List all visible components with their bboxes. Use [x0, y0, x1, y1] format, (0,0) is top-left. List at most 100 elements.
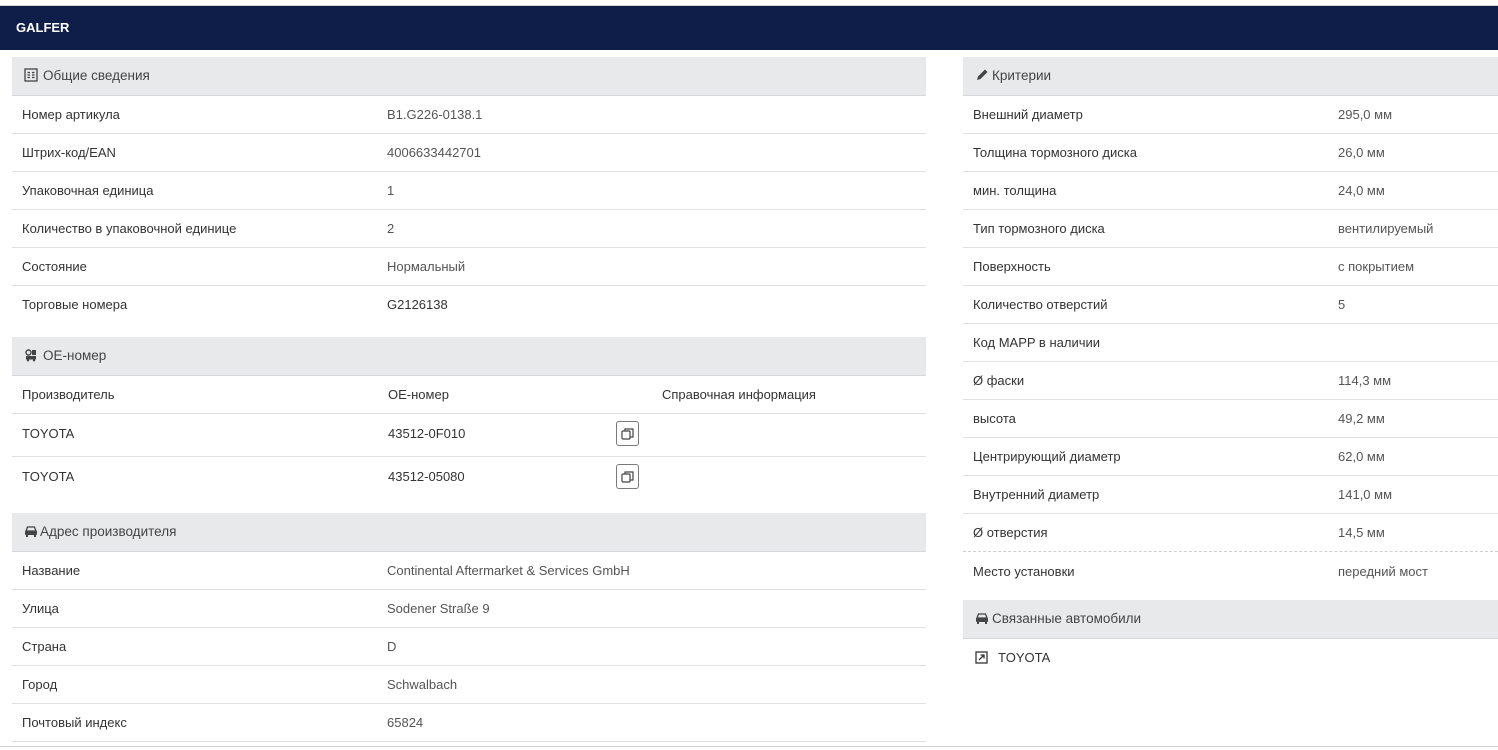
- row-value: Нормальный: [387, 259, 466, 274]
- row-value: B1.G226-0138.1: [387, 107, 483, 122]
- general-row-trade-numbers: Торговые номера G2126138: [12, 286, 926, 323]
- criteria-row: Ø отверстия 14,5 мм: [963, 514, 1498, 552]
- row-value: Continental Aftermarket & Services GmbH: [387, 563, 630, 578]
- criteria-row: Поверхность с покрытием: [963, 248, 1498, 286]
- oe-section-title: OE-номер: [43, 348, 107, 363]
- row-value: 141,0 мм: [1338, 487, 1393, 502]
- copy-button[interactable]: [616, 421, 639, 446]
- row-value: 5: [1338, 297, 1346, 312]
- row-label: Состояние: [22, 259, 87, 274]
- copy-icon: [621, 428, 634, 440]
- criteria-row: Центрирующий диаметр 62,0 мм: [963, 438, 1498, 476]
- car-icon: [976, 613, 988, 624]
- criteria-row: Толщина тормозного диска 26,0 мм: [963, 134, 1498, 172]
- row-label: Упаковочная единица: [22, 183, 154, 198]
- criteria-row: Количество отверстий 5: [963, 286, 1498, 324]
- row-value: передний мост: [1338, 564, 1428, 579]
- row-label: Поверхность: [973, 259, 1051, 274]
- car-icon: [25, 526, 37, 537]
- criteria-section-title: Критерии: [992, 68, 1052, 83]
- criteria-section-header: Критерии: [963, 57, 1498, 96]
- row-value: 2: [387, 221, 395, 236]
- row-label: Страна: [22, 639, 67, 654]
- general-row-article: Номер артикула B1.G226-0138.1: [12, 96, 926, 134]
- address-section-header: Адрес производителя: [12, 513, 926, 552]
- row-value: 26,0 мм: [1338, 145, 1385, 160]
- brand-header: GALFER: [0, 6, 1498, 50]
- criteria-row: Тип тормозного диска вентилируемый: [963, 210, 1498, 248]
- row-label: Количество в упаковочной единице: [22, 221, 237, 236]
- row-label: Город: [22, 677, 58, 692]
- oe-maker: TOYOTA: [22, 426, 75, 441]
- row-value: 114,3 мм: [1338, 373, 1392, 388]
- row-value: 49,2 мм: [1338, 411, 1385, 426]
- oe-row: TOYOTA 43512-05080: [12, 457, 926, 499]
- row-value: 65824: [387, 715, 424, 730]
- oe-maker: TOYOTA: [22, 469, 75, 484]
- row-value: 295,0 мм: [1338, 107, 1393, 122]
- car-parts-icon: [25, 349, 36, 362]
- row-label: Толщина тормозного диска: [973, 145, 1137, 160]
- row-label: Название: [22, 563, 81, 578]
- row-value: G2126138: [387, 297, 448, 312]
- general-row-pack-unit: Упаковочная единица 1: [12, 172, 926, 210]
- vehicle-link-label: TOYOTA: [998, 650, 1051, 665]
- row-label: Ø отверстия: [973, 525, 1048, 540]
- address-row-city: Город Schwalbach: [12, 666, 926, 704]
- row-value: D: [387, 639, 397, 654]
- criteria-row: мин. толщина 24,0 мм: [963, 172, 1498, 210]
- document-list-icon: [24, 68, 38, 82]
- row-label: Улица: [22, 601, 59, 616]
- row-value: 62,0 мм: [1338, 449, 1385, 464]
- general-row-pack-qty: Количество в упаковочной единице 2: [12, 210, 926, 248]
- oe-column-header: Справочная информация: [662, 387, 816, 402]
- general-section-header: Общие сведения: [12, 57, 926, 96]
- address-row-street: Улица Sodener Straße 9: [12, 590, 926, 628]
- row-value: 4006633442701: [387, 145, 481, 160]
- criteria-row: Код MAPP в наличии: [963, 324, 1498, 362]
- row-value: вентилируемый: [1338, 221, 1434, 236]
- address-row-name: Название Continental Aftermarket & Servi…: [12, 552, 926, 590]
- criteria-row: Внутренний диаметр 141,0 мм: [963, 476, 1498, 514]
- copy-button[interactable]: [616, 464, 639, 489]
- row-label: Код MAPP в наличии: [973, 335, 1101, 350]
- row-label: мин. толщина: [973, 183, 1057, 198]
- address-section-title: Адрес производителя: [40, 524, 177, 539]
- general-section-title: Общие сведения: [43, 68, 150, 83]
- copy-icon: [621, 471, 634, 483]
- brand-title: GALFER: [16, 20, 70, 35]
- oe-row: TOYOTA 43512-0F010: [12, 414, 926, 457]
- vehicle-link-toyota[interactable]: TOYOTA: [963, 639, 1498, 677]
- row-label: Номер артикула: [22, 107, 120, 122]
- criteria-row: Внешний диаметр 295,0 мм: [963, 96, 1498, 134]
- left-column: Общие сведения Номер артикула B1.G226-01…: [12, 57, 926, 742]
- row-label: Почтовый индекс: [22, 715, 127, 730]
- pencil-icon: [977, 69, 988, 80]
- row-value: 1: [387, 183, 395, 198]
- criteria-row: Ø фаски 114,3 мм: [963, 362, 1498, 400]
- criteria-row: высота 49,2 мм: [963, 400, 1498, 438]
- oe-number: 43512-0F010: [388, 426, 466, 441]
- row-label: Внешний диаметр: [973, 107, 1083, 122]
- row-value: Sodener Straße 9: [387, 601, 490, 616]
- right-column: Критерии Внешний диаметр 295,0 мм Толщин…: [963, 57, 1498, 677]
- oe-table-header: Производитель OE-номер Справочная информ…: [12, 376, 926, 414]
- bottom-border: [0, 746, 1498, 747]
- row-value: 24,0 мм: [1338, 183, 1385, 198]
- row-label: Центрирующий диаметр: [973, 449, 1121, 464]
- vehicles-section-header: Связанные автомобили: [963, 600, 1498, 639]
- criteria-row: Место установки передний мост: [963, 552, 1498, 591]
- row-label: Ø фаски: [973, 373, 1025, 388]
- row-label: Внутренний диаметр: [973, 487, 1100, 502]
- row-label: Тип тормозного диска: [973, 221, 1105, 236]
- oe-section-header: OE-номер: [12, 337, 926, 376]
- row-label: Место установки: [973, 564, 1075, 579]
- row-value: с покрытием: [1338, 259, 1415, 274]
- oe-column-header: Производитель: [22, 387, 115, 402]
- address-row-zip: Почтовый индекс 65824: [12, 704, 926, 742]
- oe-number: 43512-05080: [388, 469, 465, 484]
- row-label: Количество отверстий: [973, 297, 1108, 312]
- row-label: Штрих-код/EAN: [22, 145, 116, 160]
